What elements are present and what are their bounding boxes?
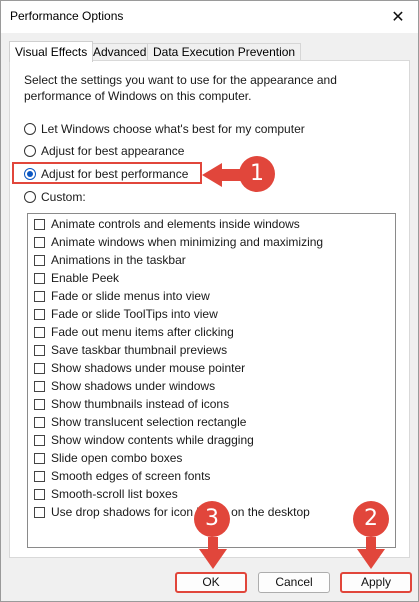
checkbox[interactable] <box>34 344 45 356</box>
checkbox-item[interactable]: Enable Peek <box>34 269 119 287</box>
checkbox-item[interactable]: Animations in the taskbar <box>34 251 186 269</box>
step-badge-3: 3 <box>194 501 230 537</box>
checkbox-label: Fade out menu items after clicking <box>51 325 234 339</box>
checkbox[interactable] <box>34 434 45 446</box>
checkbox-label: Fade or slide menus into view <box>51 289 210 303</box>
close-icon: ✕ <box>391 9 405 26</box>
custom-effects-list[interactable]: Animate controls and elements inside win… <box>27 213 396 548</box>
checkbox[interactable] <box>34 326 45 338</box>
checkbox-label: Show translucent selection rectangle <box>51 415 247 429</box>
checkbox-item[interactable]: Show shadows under mouse pointer <box>34 359 245 377</box>
radio-label: Custom: <box>41 190 86 204</box>
checkbox[interactable] <box>34 272 45 284</box>
step-badge-1: 1 <box>239 156 275 192</box>
checkbox-label: Show shadows under mouse pointer <box>51 361 246 375</box>
checkbox[interactable] <box>34 254 45 266</box>
radio-label: Adjust for best performance <box>41 167 189 181</box>
tab-visual-effects[interactable]: Visual Effects <box>9 41 94 62</box>
checkbox-item[interactable]: Show translucent selection rectangle <box>34 413 246 431</box>
radio-custom[interactable]: Custom: <box>24 188 86 206</box>
checkbox-label: Show thumbnails instead of icons <box>51 397 230 411</box>
checkbox-label: Save taskbar thumbnail previews <box>51 343 228 357</box>
title-bar: Performance Options ✕ <box>1 1 418 33</box>
checkbox[interactable] <box>34 416 45 428</box>
close-button[interactable]: ✕ <box>384 4 412 30</box>
radio-best-appearance[interactable]: Adjust for best appearance <box>24 142 184 160</box>
checkbox-item[interactable]: Show window contents while dragging <box>34 431 254 449</box>
tab-data-execution-prevention[interactable]: Data Execution Prevention <box>147 43 302 61</box>
checkbox-label: Animations in the taskbar <box>51 253 186 267</box>
radio-label: Adjust for best appearance <box>41 144 185 158</box>
checkbox-label: Slide open combo boxes <box>51 451 183 465</box>
checkbox[interactable] <box>34 290 45 302</box>
panel-description: Select the settings you want to use for … <box>24 73 337 103</box>
checkbox-item[interactable]: Animate controls and elements inside win… <box>34 215 300 233</box>
checkbox-item[interactable]: Show thumbnails instead of icons <box>34 395 229 413</box>
radio-best-performance[interactable]: Adjust for best performance <box>24 165 188 183</box>
checkbox[interactable] <box>34 488 45 500</box>
checkbox-item[interactable]: Fade or slide ToolTips into view <box>34 305 218 323</box>
cancel-button[interactable]: Cancel <box>258 572 330 593</box>
radio-button[interactable] <box>24 123 36 135</box>
radio-button[interactable] <box>24 191 36 203</box>
checkbox[interactable] <box>34 218 45 230</box>
checkbox-label: Enable Peek <box>51 271 120 285</box>
ok-button[interactable]: OK <box>175 572 247 593</box>
checkbox[interactable] <box>34 470 45 482</box>
checkbox[interactable] <box>34 380 45 392</box>
checkbox-label: Use drop shadows for icon labels on the … <box>51 505 310 519</box>
checkbox[interactable] <box>34 362 45 374</box>
performance-options-dialog: Performance Options ✕ Visual Effects Adv… <box>0 0 419 602</box>
tab-advanced[interactable]: Advanced <box>87 43 153 61</box>
checkbox[interactable] <box>34 236 45 248</box>
radio-button-selected[interactable] <box>24 168 36 180</box>
checkbox-item[interactable]: Save taskbar thumbnail previews <box>34 341 227 359</box>
checkbox-item[interactable]: Fade out menu items after clicking <box>34 323 234 341</box>
checkbox-item[interactable]: Animate windows when minimizing and maxi… <box>34 233 323 251</box>
checkbox-item[interactable]: Slide open combo boxes <box>34 449 182 467</box>
checkbox-label: Smooth-scroll list boxes <box>51 487 178 501</box>
checkbox-item[interactable]: Fade or slide menus into view <box>34 287 210 305</box>
radio-button[interactable] <box>24 145 36 157</box>
checkbox[interactable] <box>34 308 45 320</box>
visual-effects-panel: Select the settings you want to use for … <box>9 60 410 558</box>
checkbox-label: Animate controls and elements inside win… <box>51 217 300 231</box>
checkbox-label: Fade or slide ToolTips into view <box>51 307 218 321</box>
arrow-down-icon <box>199 549 227 569</box>
radio-label: Let Windows choose what's best for my co… <box>41 122 305 136</box>
checkbox-label: Show shadows under windows <box>51 379 216 393</box>
checkbox-item[interactable]: Smooth edges of screen fonts <box>34 467 210 485</box>
checkbox-item[interactable]: Use drop shadows for icon labels on the … <box>34 503 310 521</box>
checkbox[interactable] <box>34 506 45 518</box>
radio-let-windows-choose[interactable]: Let Windows choose what's best for my co… <box>24 120 305 138</box>
checkbox-label: Show window contents while dragging <box>51 433 254 447</box>
checkbox[interactable] <box>34 398 45 410</box>
checkbox-label: Animate windows when minimizing and maxi… <box>51 235 324 249</box>
arrow-left-icon <box>202 163 222 187</box>
checkbox[interactable] <box>34 452 45 464</box>
checkbox-item[interactable]: Smooth-scroll list boxes <box>34 485 178 503</box>
step-badge-2: 2 <box>353 501 389 537</box>
window-title: Performance Options <box>10 9 124 23</box>
checkbox-item[interactable]: Show shadows under windows <box>34 377 215 395</box>
checkbox-label: Smooth edges of screen fonts <box>51 469 211 483</box>
apply-button[interactable]: Apply <box>340 572 412 593</box>
arrow-down-icon <box>357 549 385 569</box>
